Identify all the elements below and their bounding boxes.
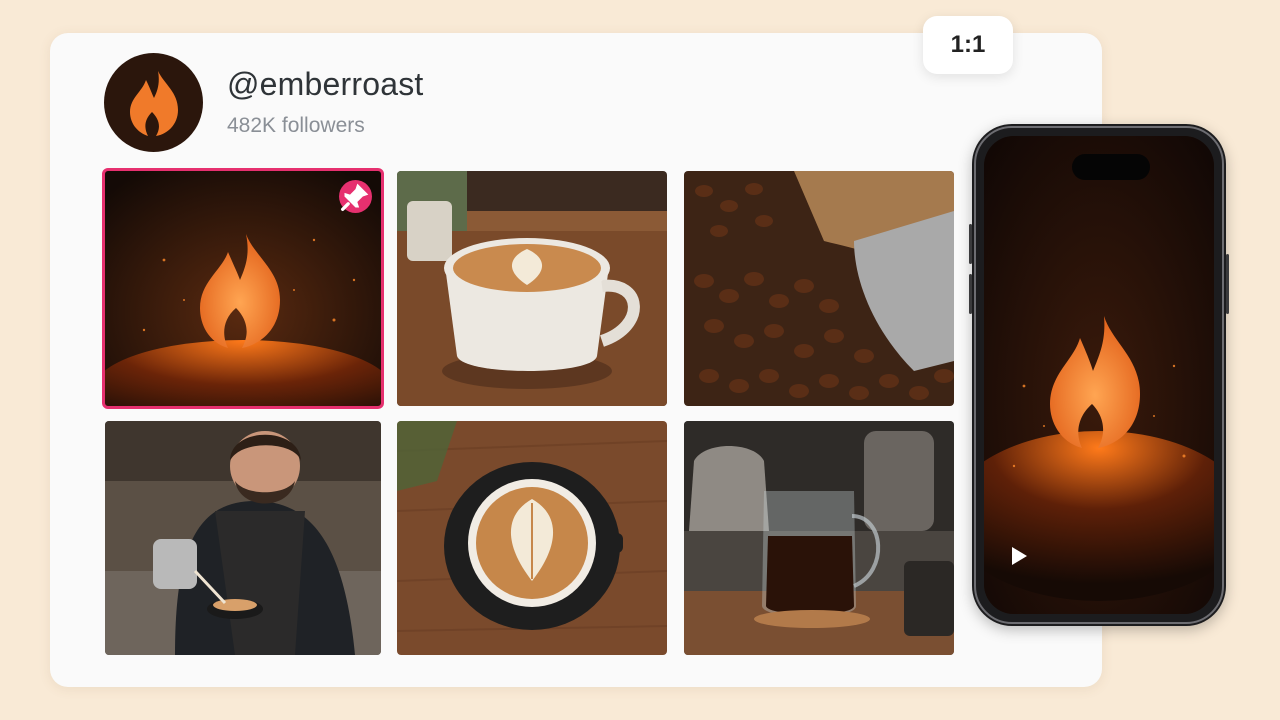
flame-icon [129, 70, 178, 136]
volume-button [969, 274, 972, 314]
pin-icon [341, 183, 369, 211]
latte-cup-image [397, 171, 667, 406]
latte-topview-image [397, 421, 667, 655]
grid-post-2[interactable] [397, 171, 667, 406]
phone-screen[interactable] [984, 136, 1214, 614]
aspect-ratio-chip[interactable]: 1:1 [923, 16, 1013, 74]
coffee-beans-image [684, 171, 954, 406]
volume-button [969, 224, 972, 264]
barista-image [105, 421, 381, 655]
pinned-badge[interactable] [339, 180, 372, 213]
play-icon [1012, 547, 1027, 565]
grid-post-5[interactable] [397, 421, 667, 655]
ember-flame-story-image [984, 136, 1214, 614]
phone-preview [969, 124, 1229, 626]
grid-post-6[interactable] [684, 421, 954, 655]
grid-post-4[interactable] [105, 421, 381, 655]
avatar[interactable] [104, 53, 203, 152]
follower-count: 482K followers [227, 114, 365, 137]
play-button[interactable] [1008, 545, 1030, 572]
grid-post-3[interactable] [684, 171, 954, 406]
dynamic-island [1072, 154, 1150, 180]
power-button [1226, 254, 1229, 314]
grid-post-1[interactable] [102, 168, 384, 409]
profile-handle[interactable]: @emberroast [227, 66, 424, 103]
pour-over-image [684, 421, 954, 655]
